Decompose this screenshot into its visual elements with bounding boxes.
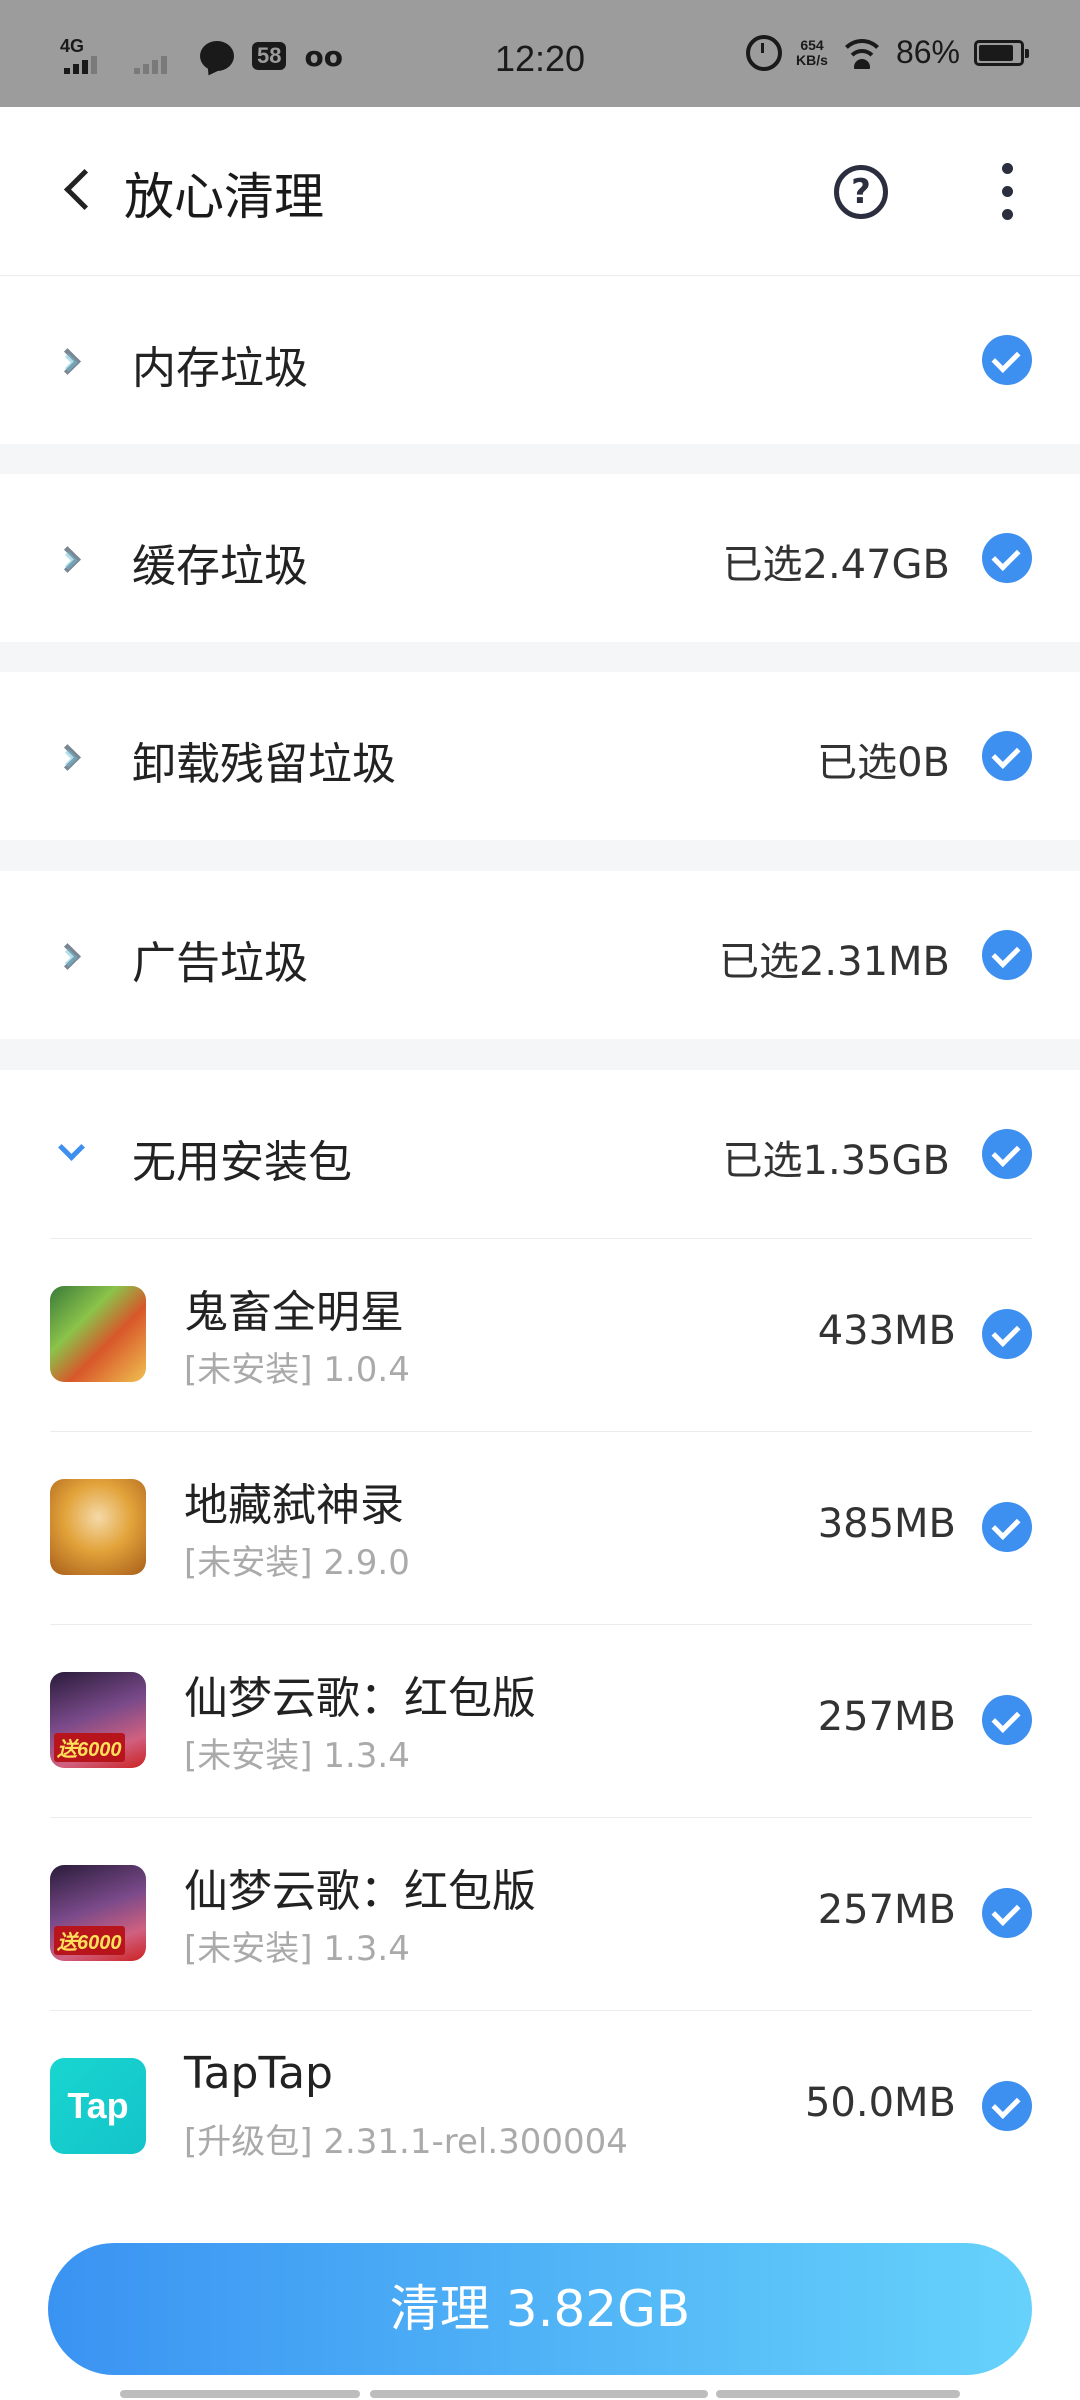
category-size: 已选1.35GB: [722, 1138, 951, 1184]
alarm-icon: [746, 34, 783, 71]
app-size: 257MB: [817, 1887, 956, 1933]
checkbox-checked-icon[interactable]: [982, 1309, 1032, 1359]
checkbox-checked-icon[interactable]: [982, 1695, 1032, 1745]
checkbox-checked-icon[interactable]: [982, 335, 1032, 385]
chevron-right-icon: [58, 346, 86, 374]
nav-handle: [370, 2390, 708, 2398]
checkbox-checked-icon[interactable]: [982, 731, 1032, 781]
category-label: 广告垃圾: [132, 938, 308, 989]
app-version: [升级包] 2.31.1-rel.300004: [184, 2122, 628, 2162]
battery-percent: 86%: [895, 34, 960, 70]
app-version: [未安装] 1.3.4: [184, 1736, 410, 1776]
app-name: 仙梦云歌：红包版: [184, 1866, 536, 1917]
section-unused-apks: 无用安装包 已选1.35GB 鬼畜全明星 [未安装] 1.0.4 433MB 地…: [0, 1070, 1080, 2200]
app-size: 433MB: [817, 1308, 956, 1354]
list-item[interactable]: 送6000 仙梦云歌：红包版 [未安装] 1.3.4 257MB: [0, 1624, 1080, 1817]
wifi-icon: [841, 37, 882, 69]
category-memory[interactable]: 内存垃圾: [0, 276, 1080, 444]
divider: [50, 2010, 1032, 2011]
divider: [50, 1238, 1032, 1239]
status-bar: 4G 58 oo 12:20 654 KB/s 86%: [0, 0, 1080, 107]
checkbox-checked-icon[interactable]: [982, 1129, 1032, 1179]
checkbox-checked-icon[interactable]: [982, 2081, 1032, 2131]
nav-handle: [716, 2390, 960, 2398]
taptap-app-icon: Tap: [50, 2058, 146, 2154]
nav-handle: [120, 2390, 360, 2398]
divider: [50, 1817, 1032, 1818]
clean-button[interactable]: 清理 3.82GB: [48, 2243, 1032, 2375]
back-arrow-icon[interactable]: [58, 167, 106, 215]
checkbox-checked-icon[interactable]: [982, 533, 1032, 583]
chevron-right-icon: [58, 941, 86, 969]
divider: [50, 1431, 1032, 1432]
category-label: 缓存垃圾: [132, 541, 308, 592]
app-header: 放心清理 ?: [0, 107, 1080, 276]
list-item[interactable]: 地藏弑神录 [未安装] 2.9.0 385MB: [0, 1431, 1080, 1624]
category-size: 已选0B: [817, 740, 950, 786]
category-label: 无用安装包: [132, 1137, 352, 1188]
bottom-bar: 清理 3.82GB: [0, 2200, 1080, 2400]
category-ads[interactable]: 广告垃圾 已选2.31MB: [0, 871, 1080, 1039]
app-size: 50.0MB: [804, 2080, 956, 2126]
network-speed: 654 KB/s: [796, 36, 828, 68]
more-options-icon[interactable]: [988, 161, 1028, 223]
dizang-app-icon: [50, 1479, 146, 1575]
category-size: 已选2.31MB: [718, 939, 950, 985]
app-name: 鬼畜全明星: [184, 1287, 404, 1338]
divider: [50, 1624, 1032, 1625]
category-cache[interactable]: 缓存垃圾 已选2.47GB: [0, 474, 1080, 642]
category-uninstall-residue[interactable]: 卸载残留垃圾 已选0B: [0, 672, 1080, 840]
app-name: 仙梦云歌：红包版: [184, 1673, 536, 1724]
list-item[interactable]: 送6000 仙梦云歌：红包版 [未安装] 1.3.4 257MB: [0, 1817, 1080, 2010]
list-item[interactable]: 鬼畜全明星 [未安装] 1.0.4 433MB: [0, 1238, 1080, 1431]
category-unused-apks[interactable]: 无用安装包 已选1.35GB: [0, 1070, 1080, 1238]
xianmeng-app-icon: 送6000: [50, 1865, 146, 1961]
chevron-down-icon: [58, 1140, 86, 1168]
category-label: 卸载残留垃圾: [132, 739, 396, 790]
app-name: TapTap: [184, 2048, 333, 2099]
app-size: 257MB: [817, 1694, 956, 1740]
app-version: [未安装] 1.3.4: [184, 1929, 410, 1969]
checkbox-checked-icon[interactable]: [982, 930, 1032, 980]
battery-icon: [974, 39, 1029, 66]
category-size: 已选2.47GB: [722, 542, 951, 588]
xianmeng-app-icon: 送6000: [50, 1672, 146, 1768]
app-version: [未安装] 1.0.4: [184, 1350, 410, 1390]
checkbox-checked-icon[interactable]: [982, 1888, 1032, 1938]
category-label: 内存垃圾: [132, 343, 308, 394]
app-size: 385MB: [817, 1501, 956, 1547]
chevron-right-icon: [58, 742, 86, 770]
chevron-right-icon: [58, 544, 86, 572]
page-title: 放心清理: [124, 168, 324, 226]
list-item[interactable]: Tap TapTap [升级包] 2.31.1-rel.300004 50.0M…: [0, 2010, 1080, 2203]
app-version: [未安装] 2.9.0: [184, 1543, 410, 1583]
guichu-app-icon: [50, 1286, 146, 1382]
checkbox-checked-icon[interactable]: [982, 1502, 1032, 1552]
help-icon[interactable]: ?: [834, 165, 888, 219]
app-name: 地藏弑神录: [184, 1480, 404, 1531]
